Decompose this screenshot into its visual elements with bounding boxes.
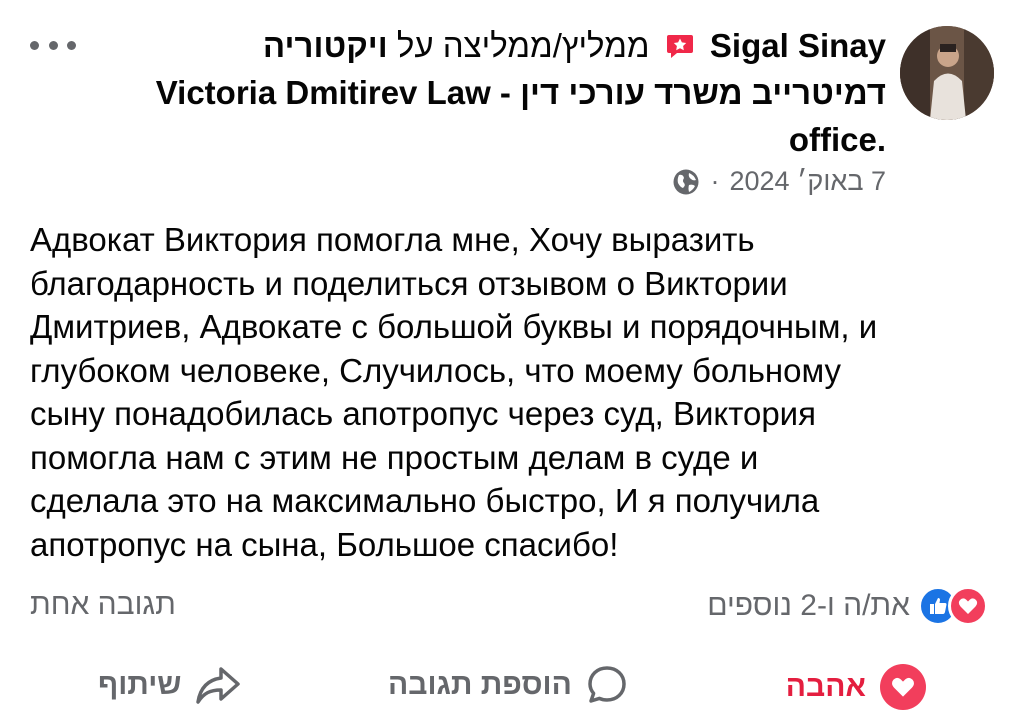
more-dot-icon [48,40,58,50]
share-arrow-icon [196,667,241,704]
reactions-summary[interactable]: את/ה ו-2 נוספים [707,586,988,626]
globe-icon [673,169,699,194]
share-button[interactable]: שיתוף [98,664,241,706]
page-name-line2[interactable]: דמיטרייב משרד עורכי דין - Victoria Dmiti… [156,74,886,111]
author-avatar[interactable] [900,26,994,120]
post-meta: 7 באוק׳ 2024 · [672,166,886,197]
comment-button[interactable]: הוספת תגובה [388,664,628,706]
author-name[interactable]: Sigal Sinay [710,27,886,64]
post-date[interactable]: 7 באוק׳ 2024 [729,166,886,197]
action-bar: אהבה הוספת תגובה שיתוף [0,648,1024,728]
reaction-icons [918,586,988,626]
love-icon [948,586,988,626]
comments-count[interactable]: תגובה אחת [30,588,176,622]
post-text: Адвокат Виктория помогла мне, Хочу выраз… [30,221,878,563]
love-label: אהבה [785,670,866,703]
recommends-text: ממליץ/ממליצה על [396,27,650,64]
comment-label: הוספת תגובה [388,668,572,701]
more-options-button[interactable] [30,30,76,60]
share-label: שיתוף [98,668,182,701]
page-name-line1[interactable]: ויקטוריה [263,27,388,64]
reactions-text: את/ה ו-2 נוספים [707,589,910,622]
more-dot-icon [30,40,39,50]
page-name-line3[interactable]: .office [789,121,886,158]
heart-icon [880,664,926,710]
comment-bubble-icon [588,666,626,703]
meta-separator: · [710,166,720,196]
recommend-icon [666,35,693,58]
love-reaction-button[interactable]: אהבה [786,664,926,710]
more-dot-icon [67,40,76,50]
post-headline: Sigal Sinay ממליץ/ממליצה על ויקטוריה דמי… [96,22,886,163]
avatar-photo [900,26,994,120]
